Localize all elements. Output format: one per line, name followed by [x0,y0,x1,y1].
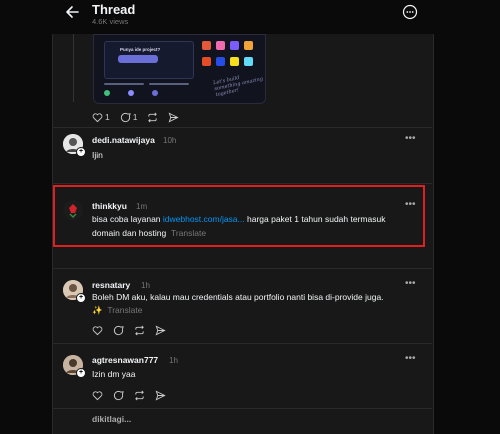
divider [52,408,432,409]
reply-username[interactable]: dedi.natawijaya [92,135,155,145]
like-count: 1 [105,112,110,122]
reply-actions [92,388,176,402]
heart-icon [92,112,103,122]
js-chip [230,57,239,66]
image-card-heading: Punya ide project? [120,47,161,52]
like-button[interactable] [92,325,103,336]
divider [52,183,432,184]
repost-button[interactable] [147,112,158,123]
image-card-button [118,55,158,63]
send-icon [169,111,180,123]
reply-text: Boleh DM aku, kalau mau credentials atau… [92,292,384,302]
image-dot [104,90,110,96]
comment-icon [113,325,124,335]
image-line [149,83,189,85]
reply-count: 1 [132,112,138,122]
xd-chip [216,41,225,50]
reply-text: Ijin [92,150,103,160]
top-bar: Thread 4.6K views [0,0,500,34]
heart-icon [92,390,103,400]
reply-button[interactable] [113,390,124,401]
repost-button[interactable] [134,325,145,336]
reply-username[interactable]: agtresnawan777 [92,355,158,365]
image-script-text: Let's build something amazing together! [212,74,264,99]
image-dot [152,90,158,96]
more-options-icon[interactable]: ••• [405,353,416,364]
thread-connector-line [73,34,74,102]
follow-plus-icon[interactable]: + [76,147,86,157]
more-options-icon[interactable]: ••• [405,278,416,289]
repost-button[interactable] [134,390,145,401]
sparkles-icon: ✨ [92,305,103,315]
figma-chip [202,41,211,50]
react-chip [244,57,253,66]
repost-icon [135,325,144,335]
highlight-box [53,185,425,247]
reply-text-line2: ✨ Translate [92,303,142,317]
image-line [104,83,144,85]
translate-link[interactable]: Translate [107,305,142,315]
repost-icon [135,390,144,400]
send-icon [155,389,166,401]
ai-chip [244,41,253,50]
reply-button[interactable]: 1 [120,112,138,123]
divider [52,343,432,344]
share-button[interactable] [155,324,166,336]
image-dot [128,90,134,96]
reply-button[interactable] [113,325,124,336]
reply-actions [92,323,176,337]
back-arrow-icon[interactable] [64,3,82,21]
repost-icon [148,112,158,122]
follow-plus-icon[interactable]: + [76,293,86,303]
reply-time: 10h [163,136,177,145]
heart-icon [92,325,103,335]
like-button[interactable]: 1 [92,112,110,123]
share-button[interactable] [168,111,180,123]
reply-text: Izin dm yaa [92,369,136,379]
pr-chip [230,41,239,50]
css-chip [216,57,225,66]
share-button[interactable] [155,389,166,401]
html-chip [202,57,211,66]
page-title: Thread [92,2,136,17]
follow-plus-icon[interactable]: + [76,368,86,378]
partial-username: dikitlagi... [92,414,132,424]
like-button[interactable] [92,390,103,401]
post-actions: 1 1 [92,110,189,124]
more-options-icon[interactable] [402,4,418,20]
view-count: 4.6K views [92,17,129,26]
comment-icon [113,390,124,400]
post-image[interactable]: Punya ide project? Let's build something… [93,34,266,104]
divider [52,268,432,269]
send-icon [155,324,166,336]
comment-icon [120,112,131,122]
reply-time: 1h [169,356,178,365]
reply-time: 1h [141,281,150,290]
more-options-icon[interactable]: ••• [405,133,416,144]
divider [52,127,432,128]
reply-username[interactable]: resnatary [92,280,130,290]
